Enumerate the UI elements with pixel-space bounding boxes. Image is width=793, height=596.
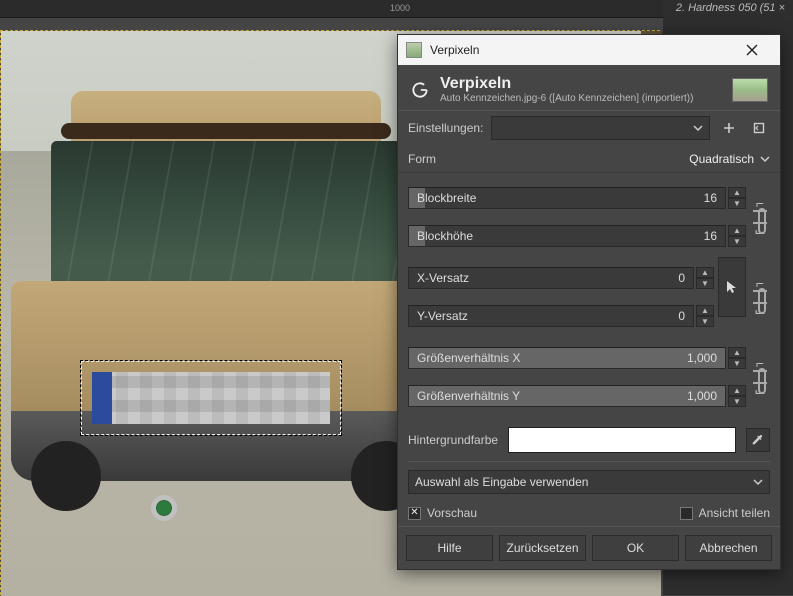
x-offset-slider[interactable]: X-Versatz 0 ▲▼ — [408, 261, 714, 295]
block-height-value: 16 — [704, 229, 717, 243]
chevron-down-icon — [693, 123, 703, 133]
cursor-icon — [724, 279, 740, 295]
x-offset-label: X-Versatz — [417, 271, 469, 285]
preview-checkbox[interactable]: ✕ — [408, 507, 421, 520]
selection-marquee[interactable] — [81, 361, 341, 435]
help-button[interactable]: Hilfe — [406, 535, 493, 561]
presets-row: Einstellungen: — [398, 111, 780, 145]
block-width-slider[interactable]: Blockbreite 16 ▲▼ — [408, 181, 746, 215]
ok-button[interactable]: OK — [592, 535, 679, 561]
block-size-link[interactable]: ⌐⌙ — [746, 177, 774, 257]
link-icon — [753, 210, 767, 224]
reset-button[interactable]: Zurücksetzen — [499, 535, 586, 561]
background-color-row: Hintergrundfarbe — [398, 421, 780, 459]
shape-value: Quadratisch — [689, 152, 754, 166]
block-width-value: 16 — [704, 191, 717, 205]
chevron-down-icon — [753, 477, 763, 487]
brush-hint: 2. Hardness 050 (51 × — [676, 2, 785, 14]
ruler-tick-1000: 1000 — [390, 3, 410, 13]
window-title: Verpixeln — [430, 43, 479, 57]
ratio-y-value: 1,000 — [687, 389, 717, 403]
ratio-x-spinner[interactable]: ▲▼ — [728, 347, 746, 369]
eyedropper-icon — [751, 433, 765, 447]
block-height-label: Blockhöhe — [417, 229, 473, 243]
ratio-link[interactable]: ⌐⌙ — [746, 337, 774, 417]
close-button[interactable] — [732, 35, 772, 65]
block-height-slider[interactable]: Blockhöhe 16 ▲▼ — [408, 219, 746, 253]
block-width-spinner[interactable]: ▲▼ — [728, 187, 746, 209]
input-usage-row: Auswahl als Eingabe verwenden — [398, 464, 780, 500]
y-offset-label: Y-Versatz — [417, 309, 468, 323]
x-offset-value: 0 — [678, 271, 685, 285]
split-view-checkbox[interactable] — [680, 507, 693, 520]
block-height-spinner[interactable]: ▲▼ — [728, 225, 746, 247]
preview-row: ✕ Vorschau Ansicht teilen — [398, 500, 780, 526]
presets-label: Einstellungen: — [408, 121, 483, 135]
preset-manage-button[interactable] — [748, 117, 770, 139]
y-offset-value: 0 — [678, 309, 685, 323]
shape-row[interactable]: Form Quadratisch — [398, 145, 780, 173]
link-icon — [753, 370, 767, 384]
window-icon — [406, 42, 422, 58]
background-color-label: Hintergrundfarbe — [408, 433, 498, 447]
y-offset-spinner[interactable]: ▲▼ — [696, 305, 714, 327]
dialog-subtitle: Auto Kennzeichen.jpg-6 ([Auto Kennzeiche… — [440, 93, 722, 104]
preview-thumbnail — [732, 78, 768, 102]
titlebar[interactable]: Verpixeln — [398, 35, 780, 65]
chevron-down-icon — [760, 154, 770, 164]
block-width-label: Blockbreite — [417, 191, 476, 205]
input-usage-value: Auswahl als Eingabe verwenden — [415, 475, 588, 489]
presets-combo[interactable] — [491, 116, 710, 140]
gimp-logo-icon — [410, 80, 430, 100]
car-emblem — [151, 495, 177, 521]
background-color-swatch[interactable] — [508, 427, 736, 453]
ratio-y-spinner[interactable]: ▲▼ — [728, 385, 746, 407]
dialog-title: Verpixeln — [440, 75, 722, 93]
ratio-y-slider[interactable]: Größenverhältnis Y 1,000 ▲▼ — [408, 379, 746, 413]
offset-link[interactable]: ⌐⌙ — [746, 257, 774, 337]
x-offset-spinner[interactable]: ▲▼ — [696, 267, 714, 289]
preview-label: Vorschau — [427, 506, 477, 520]
cancel-button[interactable]: Abbrechen — [685, 535, 772, 561]
preset-add-button[interactable] — [718, 117, 740, 139]
shape-label: Form — [408, 152, 436, 166]
y-offset-slider[interactable]: Y-Versatz 0 ▲▼ — [408, 299, 714, 333]
split-view-label: Ansicht teilen — [699, 506, 770, 520]
ratio-x-label: Größenverhältnis X — [417, 351, 520, 365]
dialog-buttons: Hilfe Zurücksetzen OK Abbrechen — [398, 526, 780, 569]
pick-offset-button[interactable] — [718, 257, 746, 317]
pixelated-region — [92, 372, 330, 424]
ratio-y-label: Größenverhältnis Y — [417, 389, 520, 403]
dialog-header: Verpixeln Auto Kennzeichen.jpg-6 ([Auto … — [398, 65, 780, 111]
pixelize-dialog: Verpixeln Verpixeln Auto Kennzeichen.jpg… — [397, 34, 781, 570]
color-picker-button[interactable] — [746, 428, 770, 452]
ratio-x-value: 1,000 — [687, 351, 717, 365]
link-icon — [753, 290, 767, 304]
input-usage-combo[interactable]: Auswahl als Eingabe verwenden — [408, 470, 770, 494]
ratio-x-slider[interactable]: Größenverhältnis X 1,000 ▲▼ — [408, 341, 746, 375]
